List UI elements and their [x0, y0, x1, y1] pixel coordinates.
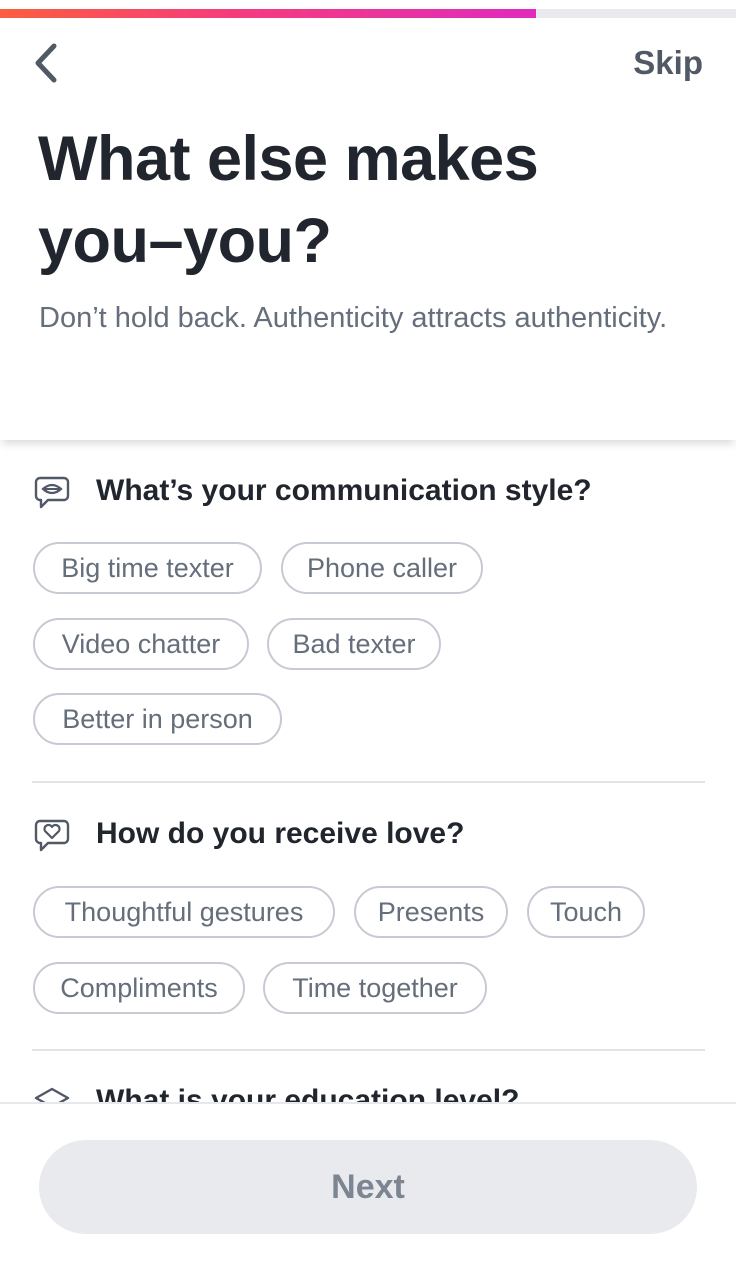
section-header: How do you receive love? — [0, 817, 736, 861]
footer: Next — [0, 1102, 736, 1282]
option-chip[interactable]: Better in person — [33, 693, 282, 745]
graduation-cap-icon — [34, 1087, 70, 1102]
section-divider — [32, 781, 705, 783]
section-header: What is your education level? — [0, 1084, 736, 1102]
speech-bubble-icon — [34, 476, 70, 509]
section-title: What’s your communication style? — [96, 474, 592, 507]
page-subtitle: Don’t hold back. Authenticity attracts a… — [39, 302, 668, 334]
section-title: What is your education level? — [96, 1084, 520, 1102]
back-button[interactable] — [26, 40, 66, 86]
option-chip[interactable]: Bad texter — [267, 618, 441, 670]
option-chip[interactable]: Big time texter — [33, 542, 262, 594]
progress-bar-fill — [0, 9, 536, 18]
section-title: How do you receive love? — [96, 817, 465, 850]
header: Skip What else makes you–you? Don’t hold… — [0, 18, 736, 440]
questions-list[interactable]: What’s your communication style? Big tim… — [0, 440, 736, 1102]
option-chip[interactable]: Thoughtful gestures — [33, 886, 335, 938]
next-button[interactable]: Next — [39, 1140, 697, 1234]
page-title: What else makes you–you? — [38, 118, 678, 282]
heart-bubble-icon — [34, 819, 70, 852]
option-chip[interactable]: Touch — [527, 886, 645, 938]
option-chip[interactable]: Phone caller — [281, 542, 483, 594]
section-divider — [32, 1049, 705, 1051]
section-header: What’s your communication style? — [0, 474, 736, 518]
option-chip[interactable]: Presents — [354, 886, 508, 938]
skip-button[interactable]: Skip — [633, 44, 703, 82]
chevron-left-icon — [35, 43, 57, 83]
page-title-line-1: What else makes — [38, 124, 539, 194]
progress-bar — [0, 9, 736, 18]
option-chip[interactable]: Time together — [263, 962, 487, 1014]
option-chip[interactable]: Video chatter — [33, 618, 249, 670]
option-chip[interactable]: Compliments — [33, 962, 245, 1014]
page-title-line-2: you–you? — [38, 206, 332, 276]
